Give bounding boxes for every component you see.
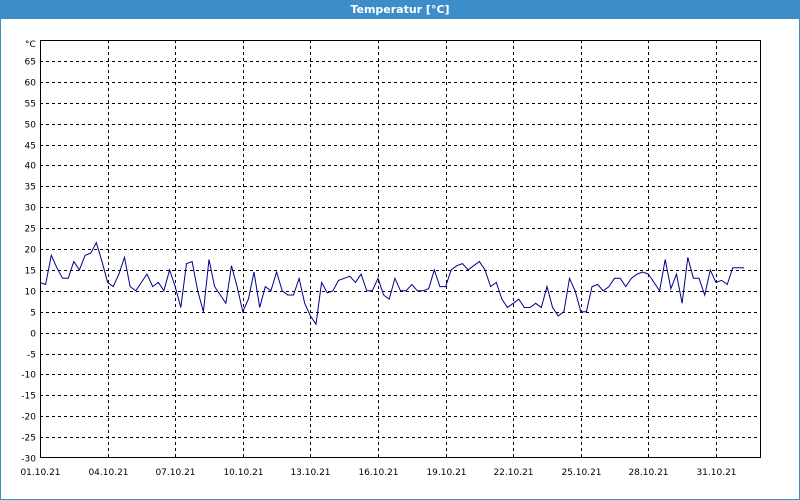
x-tick-label: 10.10.21	[223, 468, 263, 478]
temperature-chart: °C 65605550454035302520151050-5-10-15-20…	[20, 40, 761, 478]
x-tick-label: 19.10.21	[426, 468, 466, 478]
y-tick-label: 45	[25, 142, 36, 152]
x-tick-label: 13.10.21	[290, 468, 330, 478]
y-axis-unit-label: °C	[25, 40, 36, 50]
y-tick-label: 35	[25, 183, 36, 193]
y-tick-label: 25	[25, 225, 36, 235]
y-axis-ticks: 65605550454035302520151050-5-10-15-20-25…	[21, 58, 36, 465]
x-tick-label: 07.10.21	[155, 468, 195, 478]
y-tick-label: -20	[21, 413, 36, 423]
x-tick-label: 04.10.21	[88, 468, 128, 478]
y-tick-label: -5	[27, 351, 36, 361]
y-tick-label: 20	[25, 246, 37, 256]
x-tick-label: 25.10.21	[561, 468, 601, 478]
y-tick-label: 65	[25, 58, 36, 68]
x-axis-ticks: 01.10.21 04.10.21 07.10.21 10.10.21 13.10.21…	[20, 468, 736, 478]
x-tick-label: 16.10.21	[358, 468, 398, 478]
x-tick-label: 22.10.21	[493, 468, 533, 478]
y-tick-label: -25	[21, 434, 36, 444]
y-tick-label: 55	[25, 100, 36, 110]
y-tick-label: 0	[30, 330, 36, 340]
y-tick-label: 60	[25, 79, 37, 89]
x-tick-label: 28.10.21	[628, 468, 668, 478]
x-tick-label: 01.10.21	[20, 468, 60, 478]
y-tick-label: -30	[21, 455, 36, 465]
x-tick-label: 31.10.21	[696, 468, 736, 478]
y-tick-label: 50	[25, 121, 37, 131]
y-tick-label: 30	[25, 204, 37, 214]
y-tick-label: 15	[25, 267, 36, 277]
y-tick-label: 10	[25, 288, 37, 298]
y-tick-label: 5	[30, 309, 36, 319]
y-tick-label: -15	[21, 392, 36, 402]
y-tick-label: -10	[21, 371, 36, 381]
y-tick-label: 40	[25, 162, 37, 172]
